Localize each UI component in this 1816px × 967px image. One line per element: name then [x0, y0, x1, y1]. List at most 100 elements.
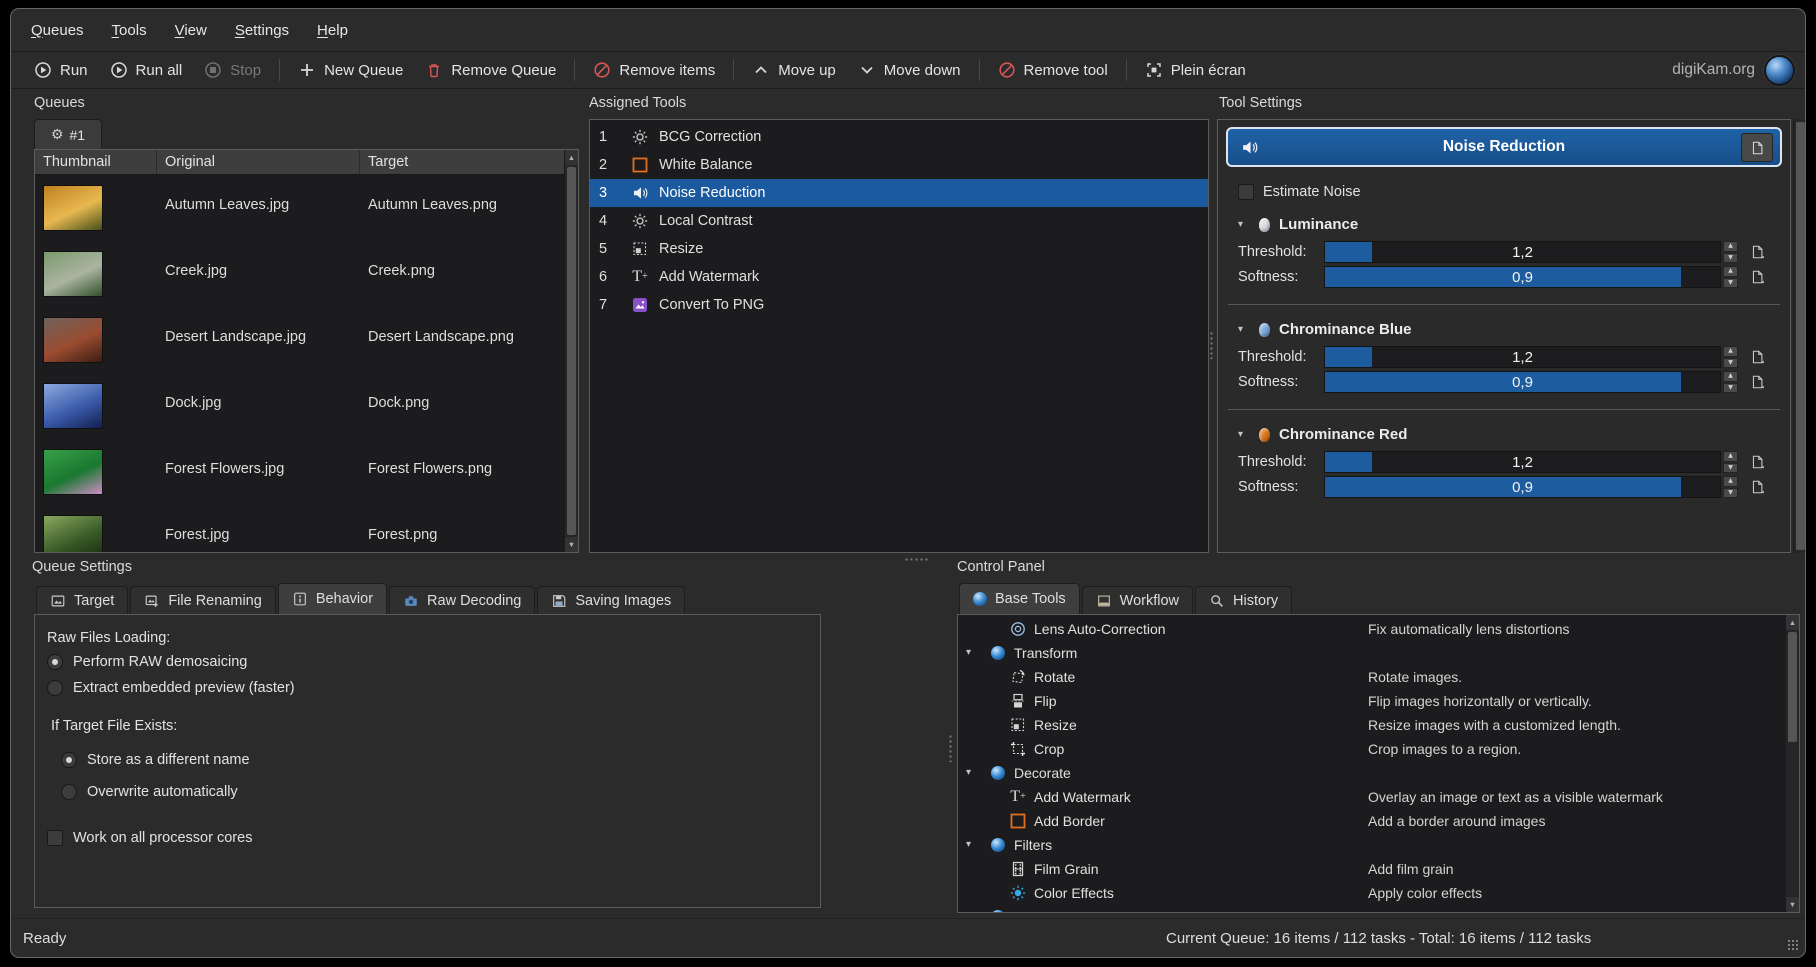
remove-queue-button[interactable]: Remove Queue: [414, 55, 567, 85]
spin-down-button[interactable]: ▼: [1723, 488, 1738, 499]
spin-up-button[interactable]: ▲: [1723, 451, 1738, 462]
tool-settings-splitter-handle[interactable]: [1209, 331, 1215, 359]
column-header-thumbnail[interactable]: Thumbnail: [35, 150, 157, 174]
luminance-threshold-reset-button[interactable]: [1749, 244, 1765, 260]
column-header-original[interactable]: Original: [157, 150, 360, 174]
tree-category-transform[interactable]: ▾Transform: [958, 641, 1799, 665]
assigned-tool-resize[interactable]: 5 Resize: [590, 235, 1208, 263]
control-panel-tab-base-tools[interactable]: Base Tools: [959, 583, 1080, 614]
assigned-tool-white-balance[interactable]: 2 White Balance: [590, 151, 1208, 179]
menu-item-settings[interactable]: Settings: [235, 22, 289, 39]
new-queue-button[interactable]: New Queue: [287, 55, 414, 85]
queue-settings-tab-behavior[interactable]: Behavior: [278, 583, 387, 614]
tree-item-color-effects[interactable]: Color EffectsApply color effects: [958, 881, 1799, 905]
queue-item-desert-landscape-jpg[interactable]: Desert Landscape.jpg Desert Landscape.pn…: [35, 306, 564, 372]
expander-icon[interactable]: ▾: [966, 768, 982, 778]
chrominance-blue-softness-slider[interactable]: 0,9: [1324, 371, 1721, 393]
scrollbar-thumb[interactable]: [567, 167, 576, 535]
section-header-luminance[interactable]: ▾ Luminance: [1238, 216, 1790, 233]
chrominance-red-threshold-reset-button[interactable]: [1749, 454, 1765, 470]
queue-item-autumn-leaves-jpg[interactable]: Autumn Leaves.jpg Autumn Leaves.png: [35, 174, 564, 240]
store-different-name-radio[interactable]: Store as a different name: [47, 747, 808, 773]
control-panel-scrollbar[interactable]: ▲ ▼: [1785, 615, 1799, 912]
menu-item-view[interactable]: View: [175, 22, 207, 39]
scroll-up-icon[interactable]: ▲: [565, 150, 578, 165]
luminance-softness-reset-button[interactable]: [1749, 269, 1765, 285]
control-panel-splitter-handle[interactable]: [948, 734, 954, 762]
control-panel-tab-history[interactable]: History: [1195, 586, 1292, 614]
spin-down-button[interactable]: ▼: [1723, 463, 1738, 474]
spin-down-button[interactable]: ▼: [1723, 358, 1738, 369]
run-button[interactable]: Run: [23, 55, 99, 85]
spin-up-button[interactable]: ▲: [1723, 371, 1738, 382]
assigned-tool-convert-to-png[interactable]: 7 Convert To PNG: [590, 291, 1208, 319]
tree-item-rotate[interactable]: RotateRotate images.: [958, 665, 1799, 689]
spin-up-button[interactable]: ▲: [1723, 346, 1738, 357]
collapse-arrow-icon[interactable]: ▾: [1238, 325, 1250, 335]
collapse-arrow-icon[interactable]: ▾: [1238, 430, 1250, 440]
spin-down-button[interactable]: ▼: [1723, 278, 1738, 289]
queue-settings-tab-saving-images[interactable]: Saving Images: [537, 586, 685, 614]
scroll-up-icon[interactable]: ▲: [1786, 615, 1799, 630]
expander-icon[interactable]: ▾: [966, 648, 982, 658]
chrominance-red-softness-slider[interactable]: 0,9: [1324, 476, 1721, 498]
all-processor-cores-checkbox[interactable]: Work on all processor cores: [47, 825, 808, 851]
section-header-chrominance-blue[interactable]: ▾ Chrominance Blue: [1238, 321, 1790, 338]
queue-tab-1[interactable]: ⚙ #1: [34, 119, 102, 150]
section-header-chrominance-red[interactable]: ▾ Chrominance Red: [1238, 426, 1790, 443]
spin-down-button[interactable]: ▼: [1723, 383, 1738, 394]
assigned-tool-add-watermark[interactable]: 6 T+ Add Watermark: [590, 263, 1208, 291]
tree-item-add-watermark[interactable]: T+Add WatermarkOverlay an image or text …: [958, 785, 1799, 809]
queue-item-creek-jpg[interactable]: Creek.jpg Creek.png: [35, 240, 564, 306]
column-header-target[interactable]: Target: [360, 150, 566, 174]
perform-raw-demosaicing-radio[interactable]: Perform RAW demosaicing: [47, 649, 808, 675]
tree-item-resize[interactable]: ResizeResize images with a customized le…: [958, 713, 1799, 737]
tree-item-add-border[interactable]: Add BorderAdd a border around images: [958, 809, 1799, 833]
queue-settings-tab-file-renaming[interactable]: File Renaming: [130, 586, 276, 614]
menu-item-queues[interactable]: Queues: [31, 22, 84, 39]
remove-tool-button[interactable]: Remove tool: [987, 55, 1119, 85]
expander-icon[interactable]: ▾: [966, 912, 982, 913]
estimate-noise-checkbox[interactable]: [1238, 184, 1254, 200]
assigned-tool-local-contrast[interactable]: 4 Local Contrast: [590, 207, 1208, 235]
tree-item-film-grain[interactable]: Film GrainAdd film grain: [958, 857, 1799, 881]
assigned-tool-bcg-correction[interactable]: 1 BCG Correction: [590, 123, 1208, 151]
spin-up-button[interactable]: ▲: [1723, 476, 1738, 487]
scroll-down-icon[interactable]: ▼: [1786, 897, 1799, 912]
chrominance-blue-softness-reset-button[interactable]: [1749, 374, 1765, 390]
overwrite-automatically-radio[interactable]: Overwrite automatically: [47, 779, 808, 805]
move-down-button[interactable]: Move down: [847, 55, 972, 85]
resize-grip[interactable]: [1787, 939, 1799, 951]
remove-items-button[interactable]: Remove items: [582, 55, 726, 85]
tool-settings-header-button[interactable]: [1741, 133, 1773, 162]
tree-item-crop[interactable]: CropCrop images to a region.: [958, 737, 1799, 761]
tool-settings-scrollbar[interactable]: [1793, 119, 1806, 553]
chrominance-red-threshold-slider[interactable]: 1,2: [1324, 451, 1721, 473]
control-panel-tab-workflow[interactable]: Workflow: [1082, 586, 1193, 614]
queues-scrollbar[interactable]: ▲ ▼: [564, 150, 578, 552]
luminance-softness-slider[interactable]: 0,9: [1324, 266, 1721, 288]
tree-category-filters[interactable]: ▾Filters: [958, 833, 1799, 857]
fullscreen-button[interactable]: Plein écran: [1134, 55, 1257, 85]
chrominance-blue-threshold-slider[interactable]: 1,2: [1324, 346, 1721, 368]
extract-embedded-preview-radio[interactable]: Extract embedded preview (faster): [47, 675, 808, 701]
spin-up-button[interactable]: ▲: [1723, 241, 1738, 252]
menu-item-help[interactable]: Help: [317, 22, 348, 39]
spin-up-button[interactable]: ▲: [1723, 266, 1738, 277]
luminance-threshold-slider[interactable]: 1,2: [1324, 241, 1721, 263]
chrominance-blue-threshold-reset-button[interactable]: [1749, 349, 1765, 365]
queue-settings-tab-target[interactable]: Target: [36, 586, 128, 614]
run-all-button[interactable]: Run all: [99, 55, 194, 85]
assigned-tool-noise-reduction[interactable]: 3 Noise Reduction: [590, 179, 1208, 207]
chrominance-red-softness-reset-button[interactable]: [1749, 479, 1765, 495]
menu-item-tools[interactable]: Tools: [112, 22, 147, 39]
expander-icon[interactable]: ▾: [966, 840, 982, 850]
collapse-arrow-icon[interactable]: ▾: [1238, 220, 1250, 230]
tree-category-decorate[interactable]: ▾Decorate: [958, 761, 1799, 785]
tree-item-flip[interactable]: FlipFlip images horizontally or vertical…: [958, 689, 1799, 713]
queue-item-dock-jpg[interactable]: Dock.jpg Dock.png: [35, 372, 564, 438]
scroll-down-icon[interactable]: ▼: [565, 537, 578, 552]
scrollbar-thumb[interactable]: [1788, 632, 1797, 742]
queue-item-forest-jpg[interactable]: Forest.jpg Forest.png: [35, 504, 564, 552]
tree-category-partial[interactable]: ▾: [958, 905, 1799, 913]
